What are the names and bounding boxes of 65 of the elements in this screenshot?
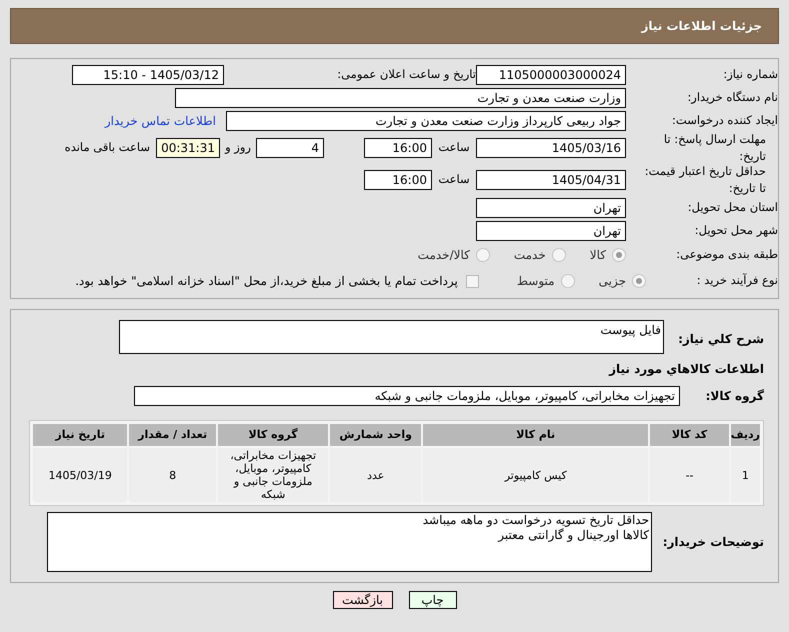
checkbox-label: پرداخت تمام یا بخشی از مبلغ خرید،از محل "اسناد خزانه اسلامی" خواهد بود. xyxy=(75,273,458,290)
buyer-org-field[interactable]: وزارت صنعت معدن و تجارت xyxy=(175,88,626,108)
creator-field[interactable]: جواد ربیعی کارپرداز وزارت صنعت معدن و تجارت xyxy=(226,110,626,130)
field-label: ایجاد کننده درخواست: xyxy=(671,112,778,129)
field-label: نوع فرآیند خرید : xyxy=(696,272,778,290)
price-date-field[interactable]: 1405/04/31 xyxy=(476,170,626,190)
column-header: گروه کالا xyxy=(218,424,328,446)
column-header: کد کالا xyxy=(650,424,729,446)
radio-button[interactable] xyxy=(552,248,566,262)
field-label: روز و xyxy=(225,139,251,156)
radio-label: جزیی xyxy=(598,273,626,290)
column-header: تعداد / مقدار xyxy=(129,424,216,446)
remaining-time-field[interactable]: 00:31:31 xyxy=(156,138,220,158)
note-line: حداقل تاریخ تسویه درخواست دو ماهه میباشد xyxy=(422,513,649,528)
field-label: ساعت xyxy=(438,171,470,188)
field-label: طبقه بندی موضوعی: xyxy=(675,246,778,264)
print-button[interactable]: چاپ xyxy=(408,591,456,609)
announce-date-field[interactable]: 1405/03/12 - 15:10 xyxy=(72,64,224,84)
radio-button[interactable] xyxy=(560,274,575,288)
province-field[interactable]: تهران xyxy=(476,198,626,218)
field-label: شماره نیاز: xyxy=(722,66,778,83)
reply-time-field[interactable]: 16:00 xyxy=(364,138,432,158)
radio-button[interactable] xyxy=(612,248,626,262)
field-label: شرح کلي نیاز: xyxy=(677,331,764,348)
field-label: شهر محل تحویل: xyxy=(694,222,778,239)
buyer-notes-textarea[interactable]: حداقل تاریخ تسویه درخواست دو ماهه میباشد کالاها اورجینال و گارانتی معتبر xyxy=(47,512,652,572)
field-label: حداقل تاریخ اعتبار قیمت: تا تاریخ: xyxy=(644,163,766,197)
note-line: کالاها اورجینال و گارانتی معتبر xyxy=(498,528,649,543)
page-header: جزئیات اطلاعات نیاز xyxy=(10,8,779,44)
column-header: نام کالا xyxy=(423,424,648,446)
need-number-field[interactable]: 1105000003000024 xyxy=(476,64,626,84)
table-cell: -- xyxy=(650,448,729,502)
radio-label: خدمت xyxy=(514,247,546,264)
back-button[interactable]: بازگشت xyxy=(332,591,392,609)
price-time-field[interactable]: 16:00 xyxy=(364,170,432,190)
table-cell: 8 xyxy=(129,448,216,502)
radio-label: كالا/خدمت xyxy=(418,247,470,264)
description-textarea[interactable]: فایل پیوست xyxy=(119,320,664,354)
radio-button[interactable] xyxy=(632,274,646,288)
checkbox[interactable] xyxy=(466,274,479,288)
days-field[interactable]: 4 xyxy=(256,138,324,158)
city-field[interactable]: تهران xyxy=(476,220,626,240)
reply-date-field[interactable]: 1405/03/16 xyxy=(476,138,626,158)
radio-label: متوسط xyxy=(516,273,555,290)
field-label: گروه کالا: xyxy=(704,388,764,405)
section-title: اطلاعات کالاهاي مورد نیاز xyxy=(608,361,764,378)
radio-button[interactable] xyxy=(476,248,490,262)
field-label: ساعت xyxy=(438,139,470,156)
table-cell: 1 xyxy=(730,448,760,502)
field-label: توضیحات خریدار: xyxy=(662,534,764,551)
field-label: مهلت ارسال پاسخ: تا تاریخ: xyxy=(662,130,766,165)
table-cell: کیس کامپیوتر xyxy=(423,448,648,502)
contact-link[interactable]: اطلاعات تماس خریدار xyxy=(104,112,216,130)
table-cell: عدد xyxy=(330,448,422,502)
field-label: نام دستگاه خریدار: xyxy=(686,88,778,106)
radio-label: كالا xyxy=(590,247,606,264)
field-label: تاریخ و ساعت اعلان عمومی: xyxy=(336,66,476,83)
column-header: تاریخ نیاز xyxy=(33,424,128,446)
field-label: استان محل تحویل: xyxy=(686,198,778,216)
table-cell: 1405/03/19 xyxy=(33,448,128,502)
column-header: ردیف xyxy=(730,424,760,446)
field-label: ساعت باقی مانده xyxy=(64,139,150,156)
table-cell: تجهیزات مخابراتی، کامپیوتر، موبایل، ملزومات جانبی و شبکه xyxy=(218,448,328,502)
goods-group-field[interactable]: تجهیزات مخابراتی، کامپیوتر، موبایل، ملزومات جانبی و شبکه xyxy=(134,386,680,406)
column-header: واحد شمارش xyxy=(330,424,422,446)
